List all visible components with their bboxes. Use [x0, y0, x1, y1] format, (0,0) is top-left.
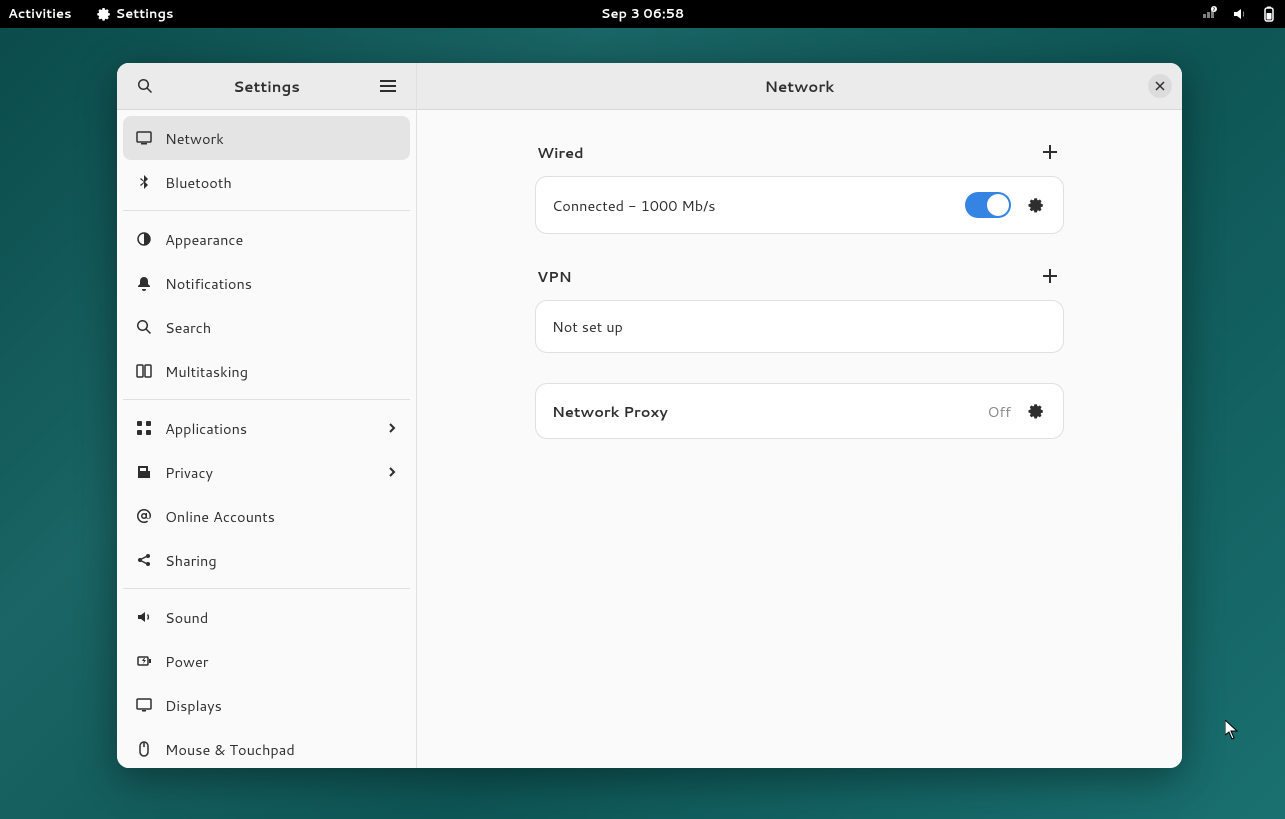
privacy-icon [135, 463, 153, 481]
sidebar-title: Settings [161, 76, 372, 97]
power-icon [135, 652, 153, 670]
sidebar: Settings Network Bluetooth Appearance Notif… [117, 63, 417, 768]
sidebar-item-label: Appearance [165, 229, 398, 250]
sidebar-item-privacy[interactable]: Privacy [123, 450, 410, 494]
sidebar-separator [123, 588, 410, 589]
sidebar-item-label: Privacy [165, 462, 386, 483]
settings-window: Settings Network Bluetooth Appearance Notif… [117, 63, 1182, 768]
sidebar-item-label: Sound [165, 607, 398, 628]
top-bar: Activities Settings Sep 3 06:58 ? [0, 0, 1285, 28]
proxy-status: Off [987, 401, 1011, 422]
wired-heading: Wired [537, 142, 584, 163]
add-vpn-button[interactable] [1038, 264, 1062, 288]
activities-button[interactable]: Activities [8, 5, 72, 23]
proxy-row: Network Proxy Off [536, 384, 1063, 438]
sidebar-item-sound[interactable]: Sound [123, 595, 410, 639]
volume-icon[interactable] [1231, 6, 1247, 22]
vpn-header: VPN [535, 264, 1064, 288]
share-icon [135, 551, 153, 569]
main-panel: Network Wired Connected - 1000 Mb/s [417, 63, 1182, 768]
proxy-card[interactable]: Network Proxy Off [535, 383, 1064, 439]
search-icon [135, 318, 153, 336]
multitask-icon [135, 362, 153, 380]
close-button[interactable] [1148, 74, 1172, 98]
chevron-right-icon [386, 462, 398, 483]
sidebar-list: Network Bluetooth Appearance Notifications S… [117, 110, 416, 768]
chevron-right-icon [386, 418, 398, 439]
sidebar-item-label: Network [165, 128, 398, 149]
at-icon [135, 507, 153, 525]
sidebar-separator [123, 210, 410, 211]
search-button[interactable] [129, 70, 161, 102]
sidebar-item-label: Mouse & Touchpad [165, 739, 398, 760]
plus-icon [1042, 268, 1058, 284]
vpn-row: Not set up [536, 301, 1063, 352]
appearance-icon [135, 230, 153, 248]
plus-icon [1042, 144, 1058, 160]
switch-knob [987, 194, 1009, 216]
proxy-settings-button[interactable] [1023, 399, 1047, 423]
vpn-status: Not set up [552, 316, 1047, 337]
sidebar-item-sharing[interactable]: Sharing [123, 538, 410, 582]
sound-icon [135, 608, 153, 626]
displays-icon [135, 696, 153, 714]
sidebar-item-applications[interactable]: Applications [123, 406, 410, 450]
bluetooth-icon [135, 173, 153, 191]
monitor-icon [135, 129, 153, 147]
vpn-card: Not set up [535, 300, 1064, 353]
sidebar-separator [123, 399, 410, 400]
wired-toggle[interactable] [965, 192, 1011, 218]
gear-icon [96, 7, 110, 21]
sidebar-item-label: Bluetooth [165, 172, 398, 193]
sidebar-item-mouse-touchpad[interactable]: Mouse & Touchpad [123, 727, 410, 768]
sidebar-item-multitasking[interactable]: Multitasking [123, 349, 410, 393]
mouse-icon [135, 740, 153, 758]
sidebar-item-label: Applications [165, 418, 386, 439]
sidebar-header: Settings [117, 63, 416, 110]
proxy-heading: Network Proxy [552, 401, 987, 422]
wired-status: Connected - 1000 Mb/s [552, 195, 965, 216]
sidebar-item-label: Power [165, 651, 398, 672]
hamburger-icon [380, 78, 396, 94]
close-icon [1155, 81, 1165, 91]
sidebar-item-bluetooth[interactable]: Bluetooth [123, 160, 410, 204]
mouse-cursor [1225, 720, 1241, 740]
sidebar-item-displays[interactable]: Displays [123, 683, 410, 727]
apps-icon [135, 419, 153, 437]
sidebar-item-appearance[interactable]: Appearance [123, 217, 410, 261]
sidebar-item-label: Sharing [165, 550, 398, 571]
sidebar-item-search[interactable]: Search [123, 305, 410, 349]
search-icon [137, 78, 153, 94]
wired-header: Wired [535, 140, 1064, 164]
page-title: Network [765, 76, 835, 97]
sidebar-item-notifications[interactable]: Notifications [123, 261, 410, 305]
clock[interactable]: Sep 3 06:58 [601, 5, 684, 23]
sidebar-item-network[interactable]: Network [123, 116, 410, 160]
gear-icon [1027, 197, 1043, 213]
main-header: Network [417, 63, 1182, 110]
wired-settings-button[interactable] [1023, 193, 1047, 217]
svg-text:?: ? [1213, 6, 1216, 13]
vpn-heading: VPN [537, 266, 572, 287]
app-menu[interactable]: Settings [96, 5, 174, 23]
sidebar-item-label: Online Accounts [165, 506, 398, 527]
wired-connection-row: Connected - 1000 Mb/s [536, 177, 1063, 233]
sidebar-item-online-accounts[interactable]: Online Accounts [123, 494, 410, 538]
main-content: Wired Connected - 1000 Mb/s VP [417, 110, 1182, 768]
sidebar-item-label: Search [165, 317, 398, 338]
gear-icon [1027, 403, 1043, 419]
sidebar-item-power[interactable]: Power [123, 639, 410, 683]
sidebar-item-label: Displays [165, 695, 398, 716]
wired-card: Connected - 1000 Mb/s [535, 176, 1064, 234]
bell-icon [135, 274, 153, 292]
sidebar-item-label: Notifications [165, 273, 398, 294]
add-wired-button[interactable] [1038, 140, 1062, 164]
battery-icon[interactable] [1261, 6, 1277, 22]
network-status-icon[interactable]: ? [1201, 6, 1217, 22]
app-menu-label: Settings [116, 5, 174, 23]
menu-button[interactable] [372, 70, 404, 102]
sidebar-item-label: Multitasking [165, 361, 398, 382]
